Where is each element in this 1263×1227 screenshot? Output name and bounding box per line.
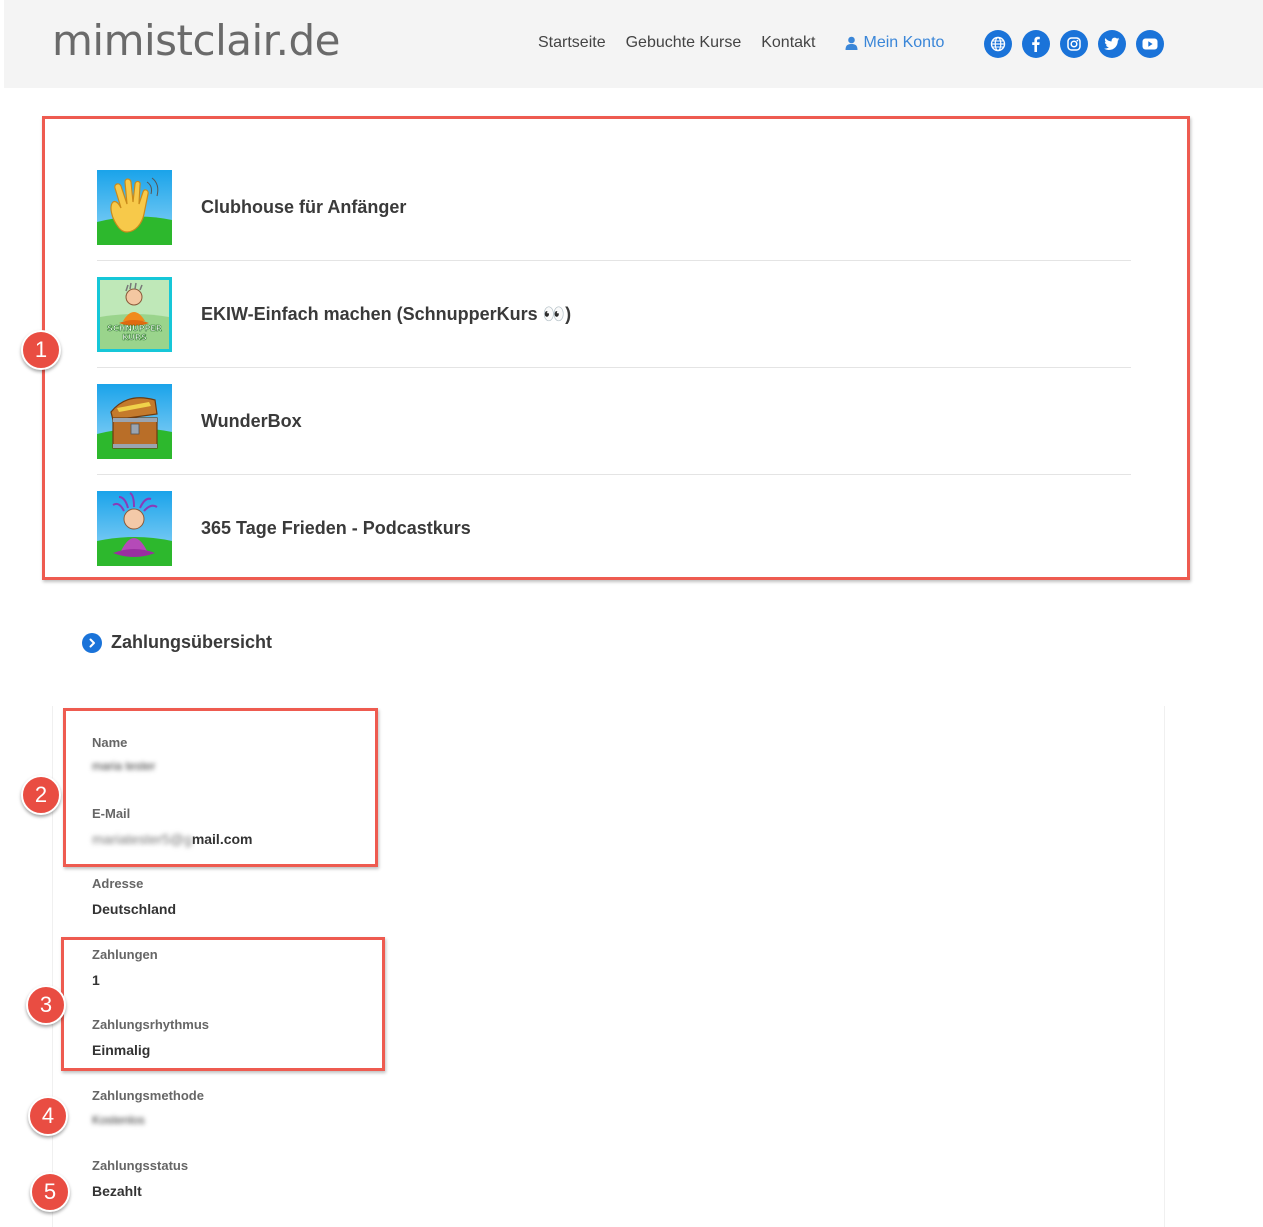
course-title: 365 Tage Frieden - Podcastkurs <box>201 518 471 538</box>
mein-konto-label: Mein Konto <box>863 34 945 51</box>
schnupperkurs-thumbnail: SCHNUPPER KURS <box>97 276 172 352</box>
section-title: Zahlungsübersicht <box>111 632 273 652</box>
chevron-right-icon <box>82 632 102 653</box>
instagram-icon[interactable] <box>1060 30 1088 58</box>
field-label: Zahlungen <box>92 947 158 962</box>
site-logo[interactable]: mimistclair.de <box>52 16 340 65</box>
course-title: WunderBox <box>201 410 302 431</box>
schnupperkurs-thumb-text: SCHNUPPER KURS <box>107 323 162 342</box>
annotation-badge: 5 <box>30 1172 70 1212</box>
field-value: mariatester5@gmail.com <box>92 831 253 847</box>
course-item[interactable]: WunderBox <box>97 368 1131 475</box>
field-value: Deutschland <box>92 901 177 917</box>
course-list: Clubhouse für Anfänger SCHNUPPER KURS EK… <box>97 154 1131 582</box>
field-label: Zahlungsmethode <box>92 1088 204 1103</box>
field-label: E-Mail <box>92 806 131 821</box>
nav-mein-konto[interactable]: Mein Konto <box>845 34 944 52</box>
annotation-badge: 4 <box>28 1096 68 1136</box>
main-nav: Startseite Gebuchte Kurse Kontakt Mein K… <box>538 34 944 52</box>
youtube-icon[interactable] <box>1136 30 1164 58</box>
treasure-chest-thumbnail <box>97 383 172 459</box>
field-zahlungsrhythmus: Zahlungsrhythmus Einmalig <box>92 1017 209 1058</box>
field-label: Zahlungsstatus <box>92 1158 189 1173</box>
course-title: Clubhouse für Anfänger <box>201 196 407 217</box>
nav-gebuchte-kurse[interactable]: Gebuchte Kurse <box>626 34 742 52</box>
field-label: Adresse <box>92 876 144 891</box>
twitter-icon[interactable] <box>1098 30 1126 58</box>
social-links <box>984 30 1174 58</box>
field-zahlungen: Zahlungen 1 <box>92 947 158 988</box>
zahlungsuebersicht-toggle[interactable]: Zahlungsübersicht <box>82 632 272 653</box>
nav-startseite[interactable]: Startseite <box>538 34 606 52</box>
booked-courses-highlight: Clubhouse für Anfänger SCHNUPPER KURS EK… <box>42 116 1190 580</box>
annotation-badge: 3 <box>26 985 66 1025</box>
meditating-figure-thumbnail <box>97 491 172 566</box>
globe-icon[interactable] <box>984 30 1012 58</box>
user-icon <box>845 36 858 50</box>
facebook-icon[interactable] <box>1022 30 1050 58</box>
nav-kontakt[interactable]: Kontakt <box>761 34 815 52</box>
field-email: E-Mail mariatester5@gmail.com <box>92 806 253 847</box>
field-adresse: Adresse Deutschland <box>92 876 176 917</box>
email-visible-part: mail.com <box>191 831 253 847</box>
field-name: Name maria tester <box>92 735 155 773</box>
site-header: mimistclair.de Startseite Gebuchte Kurse… <box>4 0 1263 88</box>
email-blurred-part: mariatester5@g <box>92 831 192 847</box>
field-value: 1 <box>92 972 100 988</box>
field-value: Kostenlos <box>92 1113 145 1127</box>
field-value: Bezahlt <box>92 1183 142 1199</box>
course-item[interactable]: Clubhouse für Anfänger <box>97 154 1131 261</box>
annotation-badge: 2 <box>21 775 61 815</box>
field-label: Name <box>92 735 128 750</box>
course-title: EKIW-Einfach machen (SchnupperKurs 👀) <box>201 303 572 324</box>
waving-hand-thumbnail <box>97 169 172 245</box>
field-value: Einmalig <box>92 1042 151 1058</box>
annotation-badge: 1 <box>21 330 61 370</box>
field-zahlungsmethode: Zahlungsmethode Kostenlos <box>92 1088 204 1127</box>
course-item[interactable]: SCHNUPPER KURS EKIW-Einfach machen (Schn… <box>97 261 1131 368</box>
field-zahlungsstatus: Zahlungsstatus Bezahlt <box>92 1158 188 1199</box>
course-item[interactable]: 365 Tage Frieden - Podcastkurs <box>97 475 1131 582</box>
field-value: maria tester <box>92 759 156 773</box>
field-label: Zahlungsrhythmus <box>92 1017 210 1032</box>
